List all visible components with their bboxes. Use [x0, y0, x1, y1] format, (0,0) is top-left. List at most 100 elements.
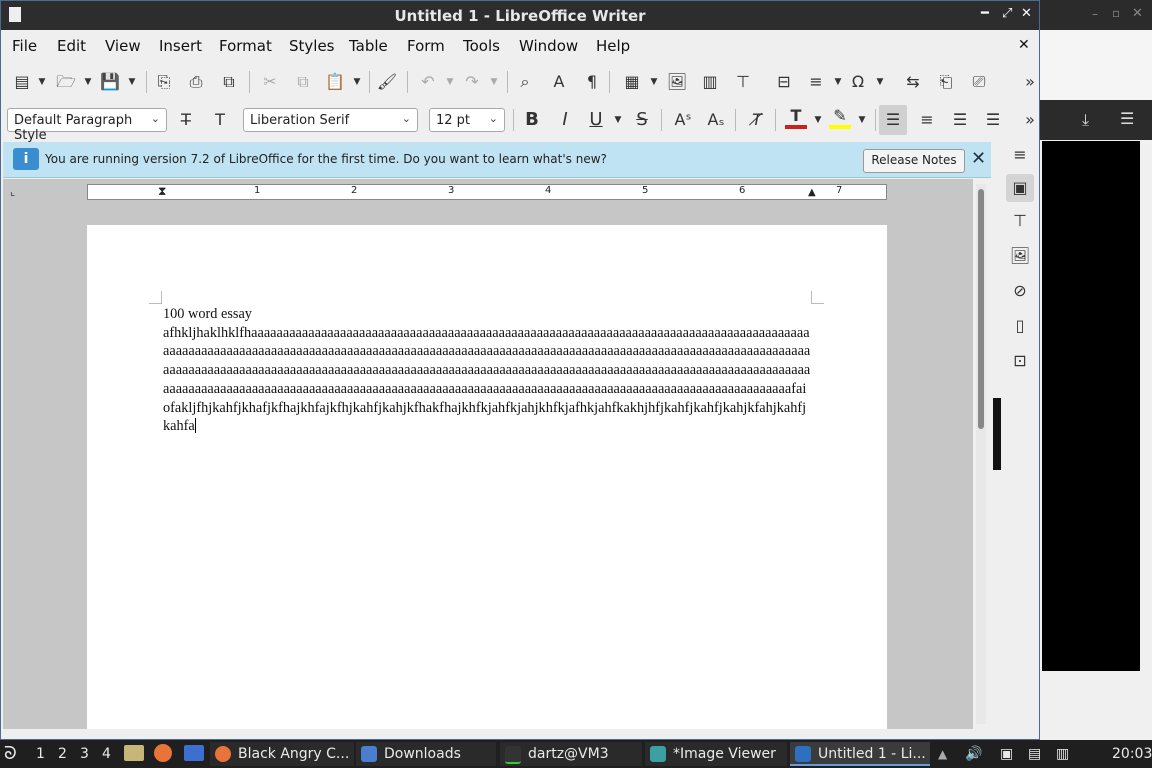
hamburger-menu-icon[interactable]: ☰ [1120, 109, 1134, 128]
insert-comment-icon[interactable]: ⎚ [968, 71, 990, 93]
menu-window[interactable]: Window [519, 37, 578, 55]
export-pdf-icon[interactable]: ⎘ [153, 71, 175, 93]
toolbar-overflow-icon[interactable]: » [1019, 109, 1039, 131]
volume-icon[interactable]: 🔊 [965, 743, 982, 765]
task-downloads[interactable]: Downloads [356, 742, 496, 766]
find-replace-icon[interactable]: ⌕ [514, 71, 536, 93]
chevron-down-icon[interactable]: ⌄ [402, 112, 411, 125]
new-dropdown-icon[interactable]: ▼ [31, 71, 53, 93]
manage-changes-icon[interactable]: ⊡ [1009, 350, 1031, 372]
italic-icon[interactable]: I [554, 109, 576, 131]
left-indent-marker-icon[interactable]: ⧗ [158, 184, 166, 199]
save-dropdown-icon[interactable]: ▼ [121, 71, 143, 93]
download-icon[interactable]: ⤓ [1082, 110, 1089, 130]
align-center-icon[interactable]: ≡ [916, 109, 938, 131]
open-folder-icon[interactable]: 🗁 [55, 71, 77, 93]
monitor-icon[interactable]: ▥ [1056, 743, 1069, 765]
workspace-1[interactable]: 1 [36, 743, 45, 765]
chevron-down-icon[interactable]: ⌄ [489, 112, 498, 125]
insert-field-icon[interactable]: ≡ [805, 71, 827, 93]
align-right-icon[interactable]: ☰ [949, 109, 971, 131]
release-notes-button[interactable]: Release Notes [863, 149, 965, 173]
sidebar-menu-icon[interactable]: ≡ [1009, 144, 1031, 166]
document-page[interactable]: 100 word essay afhkljhaklhklfhaaaaaaaaaa… [87, 225, 887, 739]
maximize-icon[interactable]: ⤢ [1002, 6, 1012, 21]
firefox-launcher-icon[interactable] [154, 744, 172, 762]
table-dropdown-icon[interactable]: ▼ [643, 71, 665, 93]
minimize-icon[interactable]: ━ [981, 6, 989, 21]
maximize-icon[interactable]: ▫ [1112, 6, 1120, 20]
workspace-2[interactable]: 2 [58, 743, 67, 765]
workspace-3[interactable]: 3 [80, 743, 89, 765]
underline-icon[interactable]: U [585, 109, 607, 131]
network-icon[interactable]: ▣ [1000, 743, 1013, 765]
special-character-dropdown-icon[interactable]: ▼ [869, 71, 891, 93]
insert-footnote-icon[interactable]: ⎗ [935, 71, 957, 93]
redo-dropdown-icon[interactable]: ▼ [483, 71, 505, 93]
underline-dropdown-icon[interactable]: ▼ [607, 109, 629, 131]
file-manager-launcher-icon[interactable] [124, 745, 144, 761]
insert-textbox-icon[interactable]: ⊤ [732, 71, 754, 93]
print-preview-icon[interactable]: ⧉ [218, 71, 240, 93]
minimize-icon[interactable]: – [1092, 7, 1098, 21]
undo-icon[interactable]: ↶ [417, 71, 439, 93]
bold-icon[interactable]: B [521, 109, 543, 131]
update-style-icon[interactable]: T̶ [175, 109, 197, 131]
menu-file[interactable]: File [12, 37, 37, 55]
highlight-dropdown-icon[interactable]: ▼ [851, 109, 873, 131]
vertical-scrollbar[interactable] [976, 184, 986, 724]
right-indent-marker-icon[interactable]: ▲ [808, 187, 816, 198]
task-firefox[interactable]: Black Angry C... [210, 742, 354, 766]
page-icon[interactable]: ▯ [1009, 315, 1031, 337]
horizontal-ruler[interactable]: 1 2 3 4 5 6 7 ⧗ ▲ [87, 184, 887, 200]
insert-chart-icon[interactable]: ▥ [699, 71, 721, 93]
toolbar-overflow-icon[interactable]: » [1019, 71, 1039, 93]
task-terminal[interactable]: dartz@VM3 [500, 742, 642, 766]
insert-table-icon[interactable]: ▦ [621, 71, 643, 93]
gallery-icon[interactable]: 🖼 [1009, 245, 1031, 267]
clear-formatting-icon[interactable]: T̸ [746, 109, 768, 131]
insert-page-break-icon[interactable]: ⊟ [773, 71, 795, 93]
paste-icon[interactable]: 📋 [324, 71, 346, 93]
menu-insert[interactable]: Insert [159, 37, 202, 55]
insert-hyperlink-icon[interactable]: ⇆ [902, 71, 924, 93]
font-name-combo[interactable]: Liberation Serif ⌄ [243, 108, 418, 132]
menu-help[interactable]: Help [596, 37, 630, 55]
new-document-icon[interactable]: ▤ [11, 71, 33, 93]
sidebar-collapse-handle[interactable] [993, 398, 1001, 470]
open-dropdown-icon[interactable]: ▼ [77, 71, 99, 93]
navigator-icon[interactable]: ⊘ [1009, 280, 1031, 302]
subscript-icon[interactable]: Aₛ [705, 109, 727, 131]
close-document-icon[interactable]: ✕ [1018, 37, 1030, 53]
properties-icon[interactable]: ▣ [1006, 174, 1034, 202]
workspace-4[interactable]: 4 [102, 743, 111, 765]
cut-icon[interactable]: ✂ [259, 71, 281, 93]
chevron-down-icon[interactable]: ⌄ [151, 112, 160, 125]
justify-icon[interactable]: ☰ [982, 109, 1004, 131]
styles-icon[interactable]: ⊤ [1009, 210, 1031, 232]
save-icon[interactable]: 💾 [99, 71, 121, 93]
strikethrough-icon[interactable]: S [631, 109, 653, 131]
document-text[interactable]: 100 word essay afhkljhaklhklfhaaaaaaaaaa… [163, 305, 813, 436]
font-color-dropdown-icon[interactable]: ▼ [807, 109, 829, 131]
insert-image-icon[interactable]: 🖼 [666, 71, 688, 93]
close-icon[interactable]: ✕ [1132, 6, 1143, 21]
scrollbar-thumb[interactable] [978, 189, 984, 429]
paste-dropdown-icon[interactable]: ▼ [346, 71, 368, 93]
task-writer[interactable]: Untitled 1 - Li... [790, 742, 930, 766]
task-image-viewer[interactable]: *Image Viewer [645, 742, 787, 766]
formatting-marks-icon[interactable]: ¶ [581, 71, 603, 93]
menu-table[interactable]: Table [349, 37, 388, 55]
print-icon[interactable]: ⎙ [185, 71, 207, 93]
tray-arrow-icon[interactable]: ▲ [938, 743, 947, 765]
desktop-launcher-icon[interactable] [184, 745, 204, 761]
align-left-icon[interactable]: ☰ [879, 105, 907, 135]
highlight-color-icon[interactable]: ✎ [829, 107, 851, 129]
menu-edit[interactable]: Edit [57, 37, 86, 55]
font-color-icon[interactable]: T [785, 107, 807, 129]
clone-formatting-icon[interactable]: 🖌 [376, 71, 398, 93]
tab-stop-selector-icon[interactable]: ⌞ [10, 185, 15, 198]
menu-form[interactable]: Form [407, 37, 445, 55]
copy-icon[interactable]: ⧉ [292, 71, 314, 93]
paragraph-style-combo[interactable]: Default Paragraph Style ⌄ [7, 108, 167, 143]
